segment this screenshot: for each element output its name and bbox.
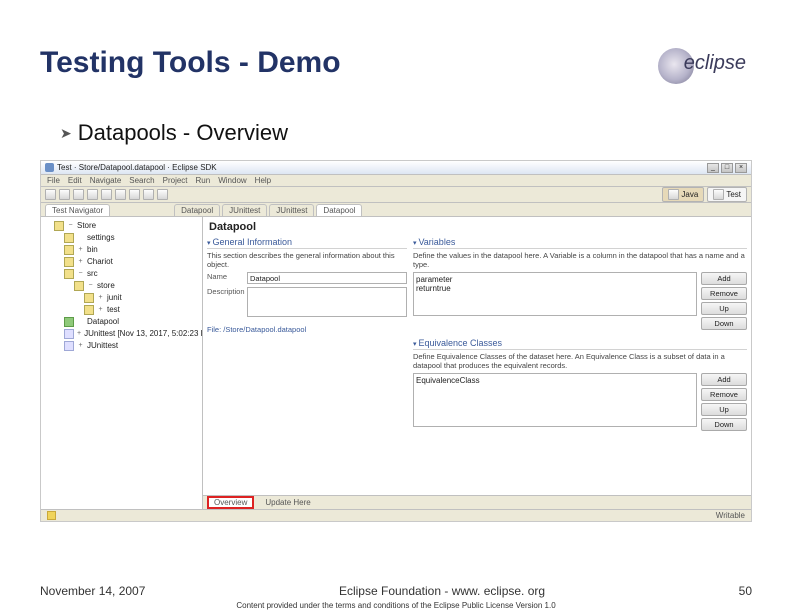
tree-item[interactable]: −store xyxy=(74,280,199,292)
variables-add-button[interactable]: Add xyxy=(701,272,747,285)
tree-item-datapool[interactable]: Datapool xyxy=(64,316,199,328)
tab-update[interactable]: Update Here xyxy=(260,498,315,507)
menu-window[interactable]: Window xyxy=(218,176,246,185)
section-equiv-desc: Define Equivalence Classes of the datase… xyxy=(413,352,747,370)
variables-remove-button[interactable]: Remove xyxy=(701,287,747,300)
section-equiv-heading[interactable]: Equivalence Classes xyxy=(413,338,747,350)
tree-item[interactable]: +junit xyxy=(84,292,199,304)
menu-file[interactable]: File xyxy=(47,176,60,185)
toolbar-icon[interactable] xyxy=(73,189,84,200)
test-icon xyxy=(713,189,724,200)
name-label: Name xyxy=(207,272,243,281)
window-title: Test · Store/Datapool.datapool · Eclipse… xyxy=(57,163,217,172)
equiv-down-button[interactable]: Down xyxy=(701,418,747,431)
equiv-add-button[interactable]: Add xyxy=(701,373,747,386)
close-button[interactable]: × xyxy=(735,163,747,173)
tab-overview[interactable]: Overview xyxy=(207,496,254,509)
perspective-test[interactable]: Test xyxy=(707,187,747,202)
description-label: Description xyxy=(207,287,243,296)
tree-item[interactable]: +bin xyxy=(64,244,199,256)
slide-title: Testing Tools - Demo xyxy=(40,46,341,80)
variables-down-button[interactable]: Down xyxy=(701,317,747,330)
menu-edit[interactable]: Edit xyxy=(68,176,82,185)
bullet-item: ➤ Datapools - Overview xyxy=(60,120,288,146)
section-variables-desc: Define the values in the datapool here. … xyxy=(413,251,747,269)
list-item[interactable]: EquivalenceClass xyxy=(416,376,694,385)
editor-title: Datapool xyxy=(203,217,751,237)
tab-editor[interactable]: Datapool xyxy=(174,204,220,216)
tree-item[interactable]: +JUnittest xyxy=(64,340,199,352)
toolbar-icon[interactable] xyxy=(59,189,70,200)
toolbar-icon[interactable] xyxy=(129,189,140,200)
window-titlebar: Test · Store/Datapool.datapool · Eclipse… xyxy=(41,161,751,175)
menu-run[interactable]: Run xyxy=(196,176,211,185)
footer-center: Eclipse Foundation - www. eclipse. org xyxy=(145,584,738,598)
tree-item[interactable]: +JUnittest [Nov 13, 2017, 5:02:23 PM] xyxy=(64,328,199,340)
equiv-listbox[interactable]: EquivalenceClass xyxy=(413,373,697,427)
tree-item[interactable]: +test xyxy=(84,304,199,316)
variables-listbox[interactable]: parameter returntrue xyxy=(413,272,697,316)
java-icon xyxy=(668,189,679,200)
description-textarea[interactable] xyxy=(247,287,407,317)
bullet-arrow-icon: ➤ xyxy=(60,125,72,142)
eclipse-logo: eclipse xyxy=(684,52,752,75)
maximize-button[interactable]: □ xyxy=(721,163,733,173)
section-variables-heading[interactable]: Variables xyxy=(413,237,747,249)
toolbar-icon[interactable] xyxy=(157,189,168,200)
editor-tabstrip: Test Navigator Datapool JUnittest JUnitt… xyxy=(41,203,751,217)
menubar: File Edit Navigate Search Project Run Wi… xyxy=(41,175,751,187)
ide-screenshot: Test · Store/Datapool.datapool · Eclipse… xyxy=(40,160,752,522)
minimize-button[interactable]: _ xyxy=(707,163,719,173)
name-input[interactable]: Datapool xyxy=(247,272,407,284)
variables-up-button[interactable]: Up xyxy=(701,302,747,315)
equiv-remove-button[interactable]: Remove xyxy=(701,388,747,401)
toolbar-icon[interactable] xyxy=(87,189,98,200)
footer-date: November 14, 2007 xyxy=(40,584,145,598)
bullet-text: Datapools - Overview xyxy=(78,120,288,146)
tab-editor[interactable]: JUnittest xyxy=(269,204,314,216)
status-icon xyxy=(47,511,56,520)
toolbar-icon[interactable] xyxy=(45,189,56,200)
tree-item[interactable]: +Chariot xyxy=(64,256,199,268)
statusbar: Writable xyxy=(41,509,751,521)
toolbar-icon[interactable] xyxy=(101,189,112,200)
tree-item[interactable]: settings xyxy=(64,232,199,244)
perspective-java[interactable]: Java xyxy=(662,187,704,202)
section-general-heading[interactable]: General Information xyxy=(207,237,407,249)
main-toolbar: Java Test xyxy=(41,187,751,203)
tab-navigator[interactable]: Test Navigator xyxy=(45,204,110,216)
footer-license: Content provided under the terms and con… xyxy=(0,601,792,610)
menu-search[interactable]: Search xyxy=(129,176,154,185)
toolbar-icon[interactable] xyxy=(115,189,126,200)
section-general-desc: This section describes the general infor… xyxy=(207,251,407,269)
toolbar-icon[interactable] xyxy=(143,189,154,200)
navigator-tree[interactable]: −Store settings +bin +Chariot −src −stor… xyxy=(41,217,203,509)
editor-pane: Datapool General Information This sectio… xyxy=(203,217,751,509)
tree-item[interactable]: −src xyxy=(64,268,199,280)
menu-project[interactable]: Project xyxy=(163,176,188,185)
tree-root[interactable]: −Store xyxy=(54,220,199,232)
menu-navigate[interactable]: Navigate xyxy=(90,176,122,185)
tab-editor-active[interactable]: Datapool xyxy=(316,204,362,216)
file-path-link[interactable]: File: /Store/Datapool.datapool xyxy=(207,325,407,334)
list-item[interactable]: parameter xyxy=(416,275,694,284)
menu-help[interactable]: Help xyxy=(255,176,271,185)
equiv-up-button[interactable]: Up xyxy=(701,403,747,416)
footer-page-number: 50 xyxy=(739,584,752,598)
app-icon xyxy=(45,163,54,172)
editor-bottom-tabs: Overview Update Here xyxy=(203,495,751,509)
status-writable: Writable xyxy=(716,511,745,520)
tab-editor[interactable]: JUnittest xyxy=(222,204,267,216)
list-item[interactable]: returntrue xyxy=(416,284,694,293)
